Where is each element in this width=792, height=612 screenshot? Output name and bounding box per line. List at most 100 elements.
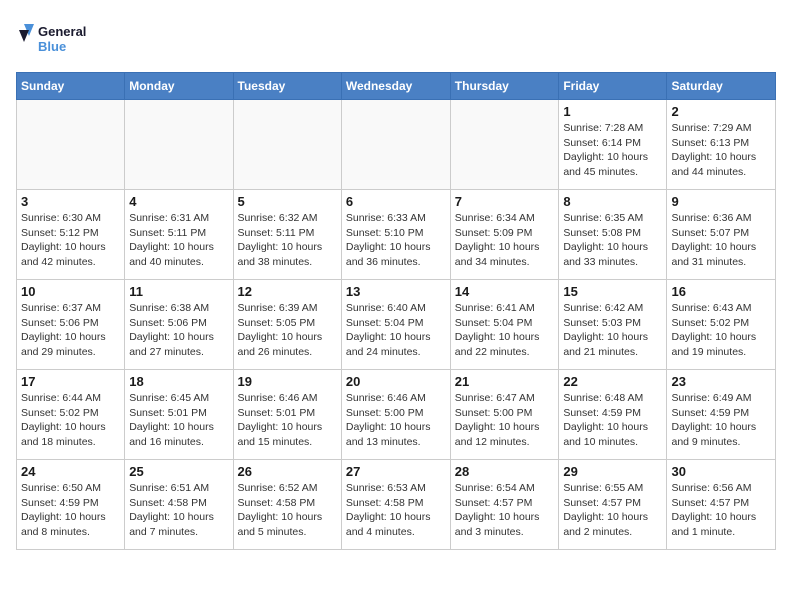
calendar-cell: 1Sunrise: 7:28 AM Sunset: 6:14 PM Daylig… [559, 100, 667, 190]
calendar-cell: 2 Sunrise: 7:29 AM Sunset: 6:13 PM Daylig… [667, 100, 776, 190]
day-number: 10 [21, 284, 120, 299]
calendar-cell: 28Sunrise: 6:54 AM Sunset: 4:57 PM Dayli… [450, 460, 559, 550]
day-info: Sunrise: 6:45 AM Sunset: 5:01 PM Dayligh… [129, 391, 228, 450]
weekday-header: Tuesday [233, 73, 341, 100]
calendar-cell: 11 Sunrise: 6:38 AM Sunset: 5:06 PM Dayli… [125, 280, 233, 370]
day-info: Sunrise: 7:29 AM Sunset: 6:13 PM Dayligh… [671, 121, 771, 180]
day-number: 14 [455, 284, 555, 299]
day-info: Sunrise: 6:46 AM Sunset: 5:01 PM Dayligh… [238, 391, 337, 450]
day-number: 29 [563, 464, 662, 479]
day-info: Sunrise: 6:31 AM Sunset: 5:11 PM Dayligh… [129, 211, 228, 270]
day-number: 20 [346, 374, 446, 389]
day-number: 21 [455, 374, 555, 389]
day-number: 11 [129, 284, 228, 299]
day-info: Sunrise: 6:53 AM Sunset: 4:58 PM Dayligh… [346, 481, 446, 540]
calendar-cell: 25 Sunrise: 6:51 AM Sunset: 4:58 PM Dayli… [125, 460, 233, 550]
day-number: 2 [671, 104, 771, 119]
calendar-cell: 8Sunrise: 6:35 AM Sunset: 5:08 PM Daylig… [559, 190, 667, 280]
calendar-cell: 15 Sunrise: 6:42 AM Sunset: 5:03 PM Dayli… [559, 280, 667, 370]
calendar-cell: 13 Sunrise: 6:40 AM Sunset: 5:04 PM Dayli… [341, 280, 450, 370]
calendar-week-row: 17 Sunrise: 6:44 AM Sunset: 5:02 PM Dayli… [17, 370, 776, 460]
day-info: Sunrise: 6:36 AM Sunset: 5:07 PM Dayligh… [671, 211, 771, 270]
calendar-cell: 29 Sunrise: 6:55 AM Sunset: 4:57 PM Dayli… [559, 460, 667, 550]
calendar-week-row: 1Sunrise: 7:28 AM Sunset: 6:14 PM Daylig… [17, 100, 776, 190]
day-number: 25 [129, 464, 228, 479]
day-number: 26 [238, 464, 337, 479]
calendar-cell: 12 Sunrise: 6:39 AM Sunset: 5:05 PM Dayli… [233, 280, 341, 370]
day-info: Sunrise: 6:46 AM Sunset: 5:00 PM Dayligh… [346, 391, 446, 450]
calendar-cell: 9 Sunrise: 6:36 AM Sunset: 5:07 PM Daylig… [667, 190, 776, 280]
day-number: 22 [563, 374, 662, 389]
day-number: 3 [21, 194, 120, 209]
day-info: Sunrise: 6:55 AM Sunset: 4:57 PM Dayligh… [563, 481, 662, 540]
day-number: 30 [671, 464, 771, 479]
calendar-cell: 17 Sunrise: 6:44 AM Sunset: 5:02 PM Dayli… [17, 370, 125, 460]
day-info: Sunrise: 6:47 AM Sunset: 5:00 PM Dayligh… [455, 391, 555, 450]
calendar-week-row: 10 Sunrise: 6:37 AM Sunset: 5:06 PM Dayli… [17, 280, 776, 370]
day-info: Sunrise: 6:39 AM Sunset: 5:05 PM Dayligh… [238, 301, 337, 360]
calendar-cell [125, 100, 233, 190]
day-number: 16 [671, 284, 771, 299]
svg-text:Blue: Blue [38, 39, 66, 54]
calendar-cell: 3Sunrise: 6:30 AM Sunset: 5:12 PM Daylig… [17, 190, 125, 280]
calendar-week-row: 24 Sunrise: 6:50 AM Sunset: 4:59 PM Dayli… [17, 460, 776, 550]
calendar-cell: 5Sunrise: 6:32 AM Sunset: 5:11 PM Daylig… [233, 190, 341, 280]
weekday-header: Friday [559, 73, 667, 100]
day-number: 17 [21, 374, 120, 389]
calendar-cell: 30 Sunrise: 6:56 AM Sunset: 4:57 PM Dayli… [667, 460, 776, 550]
day-info: Sunrise: 6:43 AM Sunset: 5:02 PM Dayligh… [671, 301, 771, 360]
weekday-header: Wednesday [341, 73, 450, 100]
day-info: Sunrise: 6:42 AM Sunset: 5:03 PM Dayligh… [563, 301, 662, 360]
day-info: Sunrise: 6:32 AM Sunset: 5:11 PM Dayligh… [238, 211, 337, 270]
day-info: Sunrise: 6:48 AM Sunset: 4:59 PM Dayligh… [563, 391, 662, 450]
day-number: 9 [671, 194, 771, 209]
day-info: Sunrise: 6:37 AM Sunset: 5:06 PM Dayligh… [21, 301, 120, 360]
day-number: 6 [346, 194, 446, 209]
page-header: General Blue [16, 16, 776, 64]
calendar-table: SundayMondayTuesdayWednesdayThursdayFrid… [16, 72, 776, 550]
calendar-cell: 10 Sunrise: 6:37 AM Sunset: 5:06 PM Dayli… [17, 280, 125, 370]
day-info: Sunrise: 6:33 AM Sunset: 5:10 PM Dayligh… [346, 211, 446, 270]
day-number: 15 [563, 284, 662, 299]
day-info: Sunrise: 6:40 AM Sunset: 5:04 PM Dayligh… [346, 301, 446, 360]
day-number: 13 [346, 284, 446, 299]
day-info: Sunrise: 6:51 AM Sunset: 4:58 PM Dayligh… [129, 481, 228, 540]
logo-svg: General Blue [16, 16, 96, 64]
calendar-cell: 6 Sunrise: 6:33 AM Sunset: 5:10 PM Daylig… [341, 190, 450, 280]
day-info: Sunrise: 6:38 AM Sunset: 5:06 PM Dayligh… [129, 301, 228, 360]
day-info: Sunrise: 6:41 AM Sunset: 5:04 PM Dayligh… [455, 301, 555, 360]
day-info: Sunrise: 6:52 AM Sunset: 4:58 PM Dayligh… [238, 481, 337, 540]
calendar-week-row: 3Sunrise: 6:30 AM Sunset: 5:12 PM Daylig… [17, 190, 776, 280]
day-info: Sunrise: 6:35 AM Sunset: 5:08 PM Dayligh… [563, 211, 662, 270]
calendar-cell: 23Sunrise: 6:49 AM Sunset: 4:59 PM Dayli… [667, 370, 776, 460]
calendar-cell: 27Sunrise: 6:53 AM Sunset: 4:58 PM Dayli… [341, 460, 450, 550]
calendar-cell [341, 100, 450, 190]
day-number: 24 [21, 464, 120, 479]
day-number: 7 [455, 194, 555, 209]
calendar-cell: 22 Sunrise: 6:48 AM Sunset: 4:59 PM Dayli… [559, 370, 667, 460]
calendar-cell: 20 Sunrise: 6:46 AM Sunset: 5:00 PM Dayli… [341, 370, 450, 460]
day-number: 18 [129, 374, 228, 389]
calendar-cell: 18 Sunrise: 6:45 AM Sunset: 5:01 PM Dayli… [125, 370, 233, 460]
weekday-header: Sunday [17, 73, 125, 100]
day-info: Sunrise: 7:28 AM Sunset: 6:14 PM Dayligh… [563, 121, 662, 180]
calendar-header-row: SundayMondayTuesdayWednesdayThursdayFrid… [17, 73, 776, 100]
day-info: Sunrise: 6:34 AM Sunset: 5:09 PM Dayligh… [455, 211, 555, 270]
calendar-cell: 14 Sunrise: 6:41 AM Sunset: 5:04 PM Dayli… [450, 280, 559, 370]
calendar-cell [233, 100, 341, 190]
day-number: 23 [671, 374, 771, 389]
calendar-cell [450, 100, 559, 190]
logo: General Blue [16, 16, 96, 64]
calendar-cell: 4 Sunrise: 6:31 AM Sunset: 5:11 PM Daylig… [125, 190, 233, 280]
day-number: 4 [129, 194, 228, 209]
calendar-cell: 26 Sunrise: 6:52 AM Sunset: 4:58 PM Dayli… [233, 460, 341, 550]
day-number: 19 [238, 374, 337, 389]
weekday-header: Saturday [667, 73, 776, 100]
day-info: Sunrise: 6:50 AM Sunset: 4:59 PM Dayligh… [21, 481, 120, 540]
calendar-cell: 19 Sunrise: 6:46 AM Sunset: 5:01 PM Dayli… [233, 370, 341, 460]
day-info: Sunrise: 6:44 AM Sunset: 5:02 PM Dayligh… [21, 391, 120, 450]
day-info: Sunrise: 6:54 AM Sunset: 4:57 PM Dayligh… [455, 481, 555, 540]
day-number: 12 [238, 284, 337, 299]
weekday-header: Thursday [450, 73, 559, 100]
day-info: Sunrise: 6:56 AM Sunset: 4:57 PM Dayligh… [671, 481, 771, 540]
